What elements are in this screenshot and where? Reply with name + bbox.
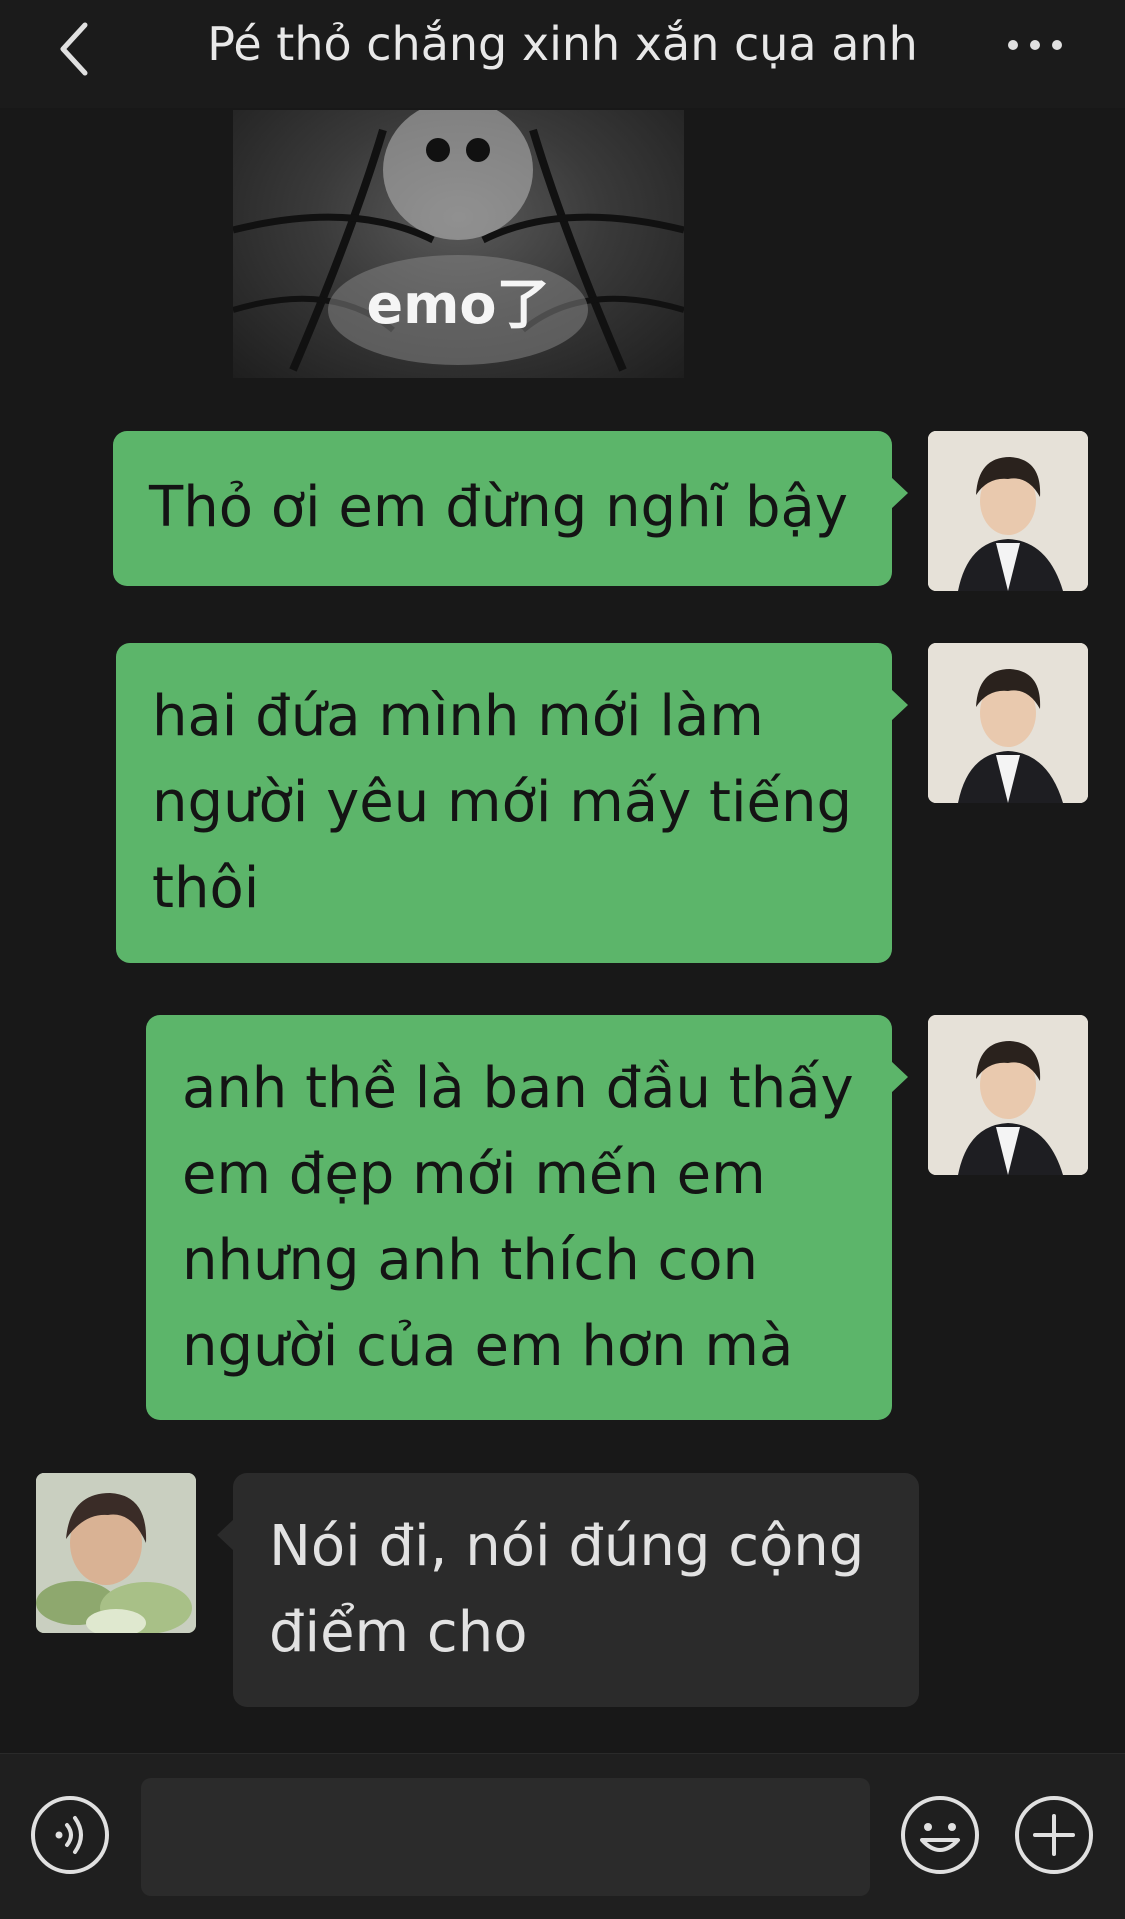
more-horizontal-icon — [1008, 40, 1062, 50]
voice-button[interactable] — [29, 1794, 111, 1876]
message-line: nhưng anh thích con — [182, 1228, 759, 1293]
message-line: thôi — [152, 856, 260, 921]
person-avatar-icon — [928, 431, 1088, 591]
message-line: điểm cho — [269, 1600, 528, 1665]
more-button[interactable] — [1000, 20, 1070, 70]
message-bubble-incoming[interactable]: Nói đi, nói đúng cộng điểm cho — [217, 1473, 919, 1707]
emoji-button[interactable] — [899, 1794, 981, 1876]
message-line: Thỏ ơi em đừng nghĩ bậy — [149, 475, 848, 540]
sticker-caption: emo了 — [366, 273, 551, 336]
my-avatar[interactable] — [928, 1015, 1088, 1175]
message-list[interactable]: emo了 Thỏ ơi em đừng nghĩ bậy hai đứa mìn… — [0, 108, 1125, 1753]
message-line: người của em hơn mà — [182, 1314, 794, 1379]
message-input[interactable] — [141, 1778, 870, 1896]
message-line: hai đứa mình mới làm — [152, 684, 764, 749]
my-avatar[interactable] — [928, 431, 1088, 591]
message-line: em đẹp mới mến em — [182, 1142, 766, 1207]
message-line: người yêu mới mấy tiếng — [152, 770, 853, 835]
chevron-left-icon — [60, 22, 88, 76]
input-bar — [0, 1753, 1125, 1919]
back-button[interactable] — [40, 14, 110, 84]
chat-header: Pé thỏ chắng xinh xắn cụa anh — [0, 0, 1125, 108]
message-bubble-outgoing[interactable]: hai đứa mình mới làm người yêu mới mấy t… — [116, 643, 908, 963]
chat-title: Pé thỏ chắng xinh xắn cụa anh — [207, 17, 918, 71]
voice-icon — [31, 1796, 109, 1874]
emoji-icon — [901, 1796, 979, 1874]
message-line: Nói đi, nói đúng cộng — [269, 1514, 865, 1579]
my-avatar[interactable] — [928, 643, 1088, 803]
plus-icon — [1015, 1796, 1093, 1874]
message-bubble-outgoing[interactable]: Thỏ ơi em đừng nghĩ bậy — [113, 431, 908, 586]
sticker-image[interactable]: emo了 — [233, 110, 684, 378]
more-actions-button[interactable] — [1013, 1794, 1095, 1876]
message-line: anh thề là ban đầu thấy — [182, 1056, 854, 1121]
person-avatar-icon — [928, 1015, 1088, 1175]
contact-avatar[interactable] — [36, 1473, 196, 1633]
message-bubble-outgoing[interactable]: anh thề là ban đầu thấy em đẹp mới mến e… — [146, 1015, 908, 1420]
person-avatar-icon — [36, 1473, 196, 1633]
person-avatar-icon — [928, 643, 1088, 803]
